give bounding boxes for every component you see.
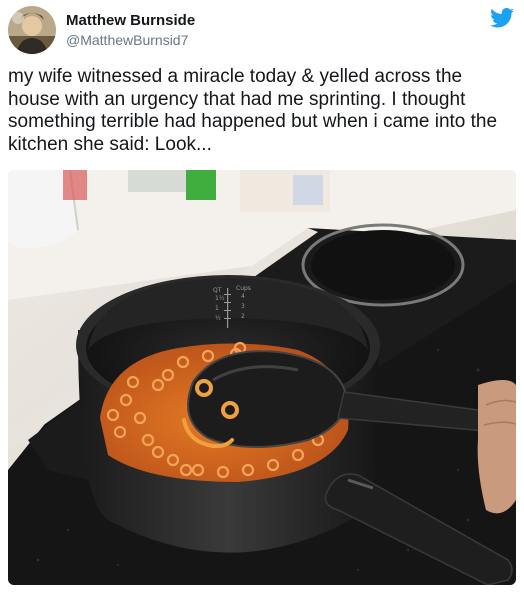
svg-text:QT: QT bbox=[213, 287, 222, 294]
display-name[interactable]: Matthew Burnside bbox=[66, 11, 195, 31]
avatar[interactable] bbox=[8, 6, 56, 54]
user-names: Matthew Burnside @MatthewBurnsid7 bbox=[66, 11, 195, 49]
svg-text:2: 2 bbox=[241, 313, 245, 320]
pot-photo: QT Cups 1½ 4 1 3 ½ 2 bbox=[8, 170, 516, 585]
svg-text:1½: 1½ bbox=[215, 295, 225, 302]
tweet-header: Matthew Burnside @MatthewBurnsid7 bbox=[8, 6, 195, 54]
svg-text:½: ½ bbox=[215, 315, 221, 322]
svg-text:4: 4 bbox=[241, 293, 245, 300]
twitter-bird-icon bbox=[490, 8, 514, 28]
avatar-image bbox=[8, 6, 56, 54]
tweet-card: Matthew Burnside @MatthewBurnsid7 my wif… bbox=[0, 0, 524, 593]
tweet-text: my wife witnessed a miracle today & yell… bbox=[8, 66, 498, 155]
svg-text:3: 3 bbox=[241, 303, 245, 310]
svg-text:Cups: Cups bbox=[236, 285, 251, 292]
svg-text:1: 1 bbox=[215, 305, 219, 312]
user-handle[interactable]: @MatthewBurnsid7 bbox=[66, 31, 195, 49]
tweet-photo[interactable]: QT Cups 1½ 4 1 3 ½ 2 bbox=[8, 170, 516, 585]
